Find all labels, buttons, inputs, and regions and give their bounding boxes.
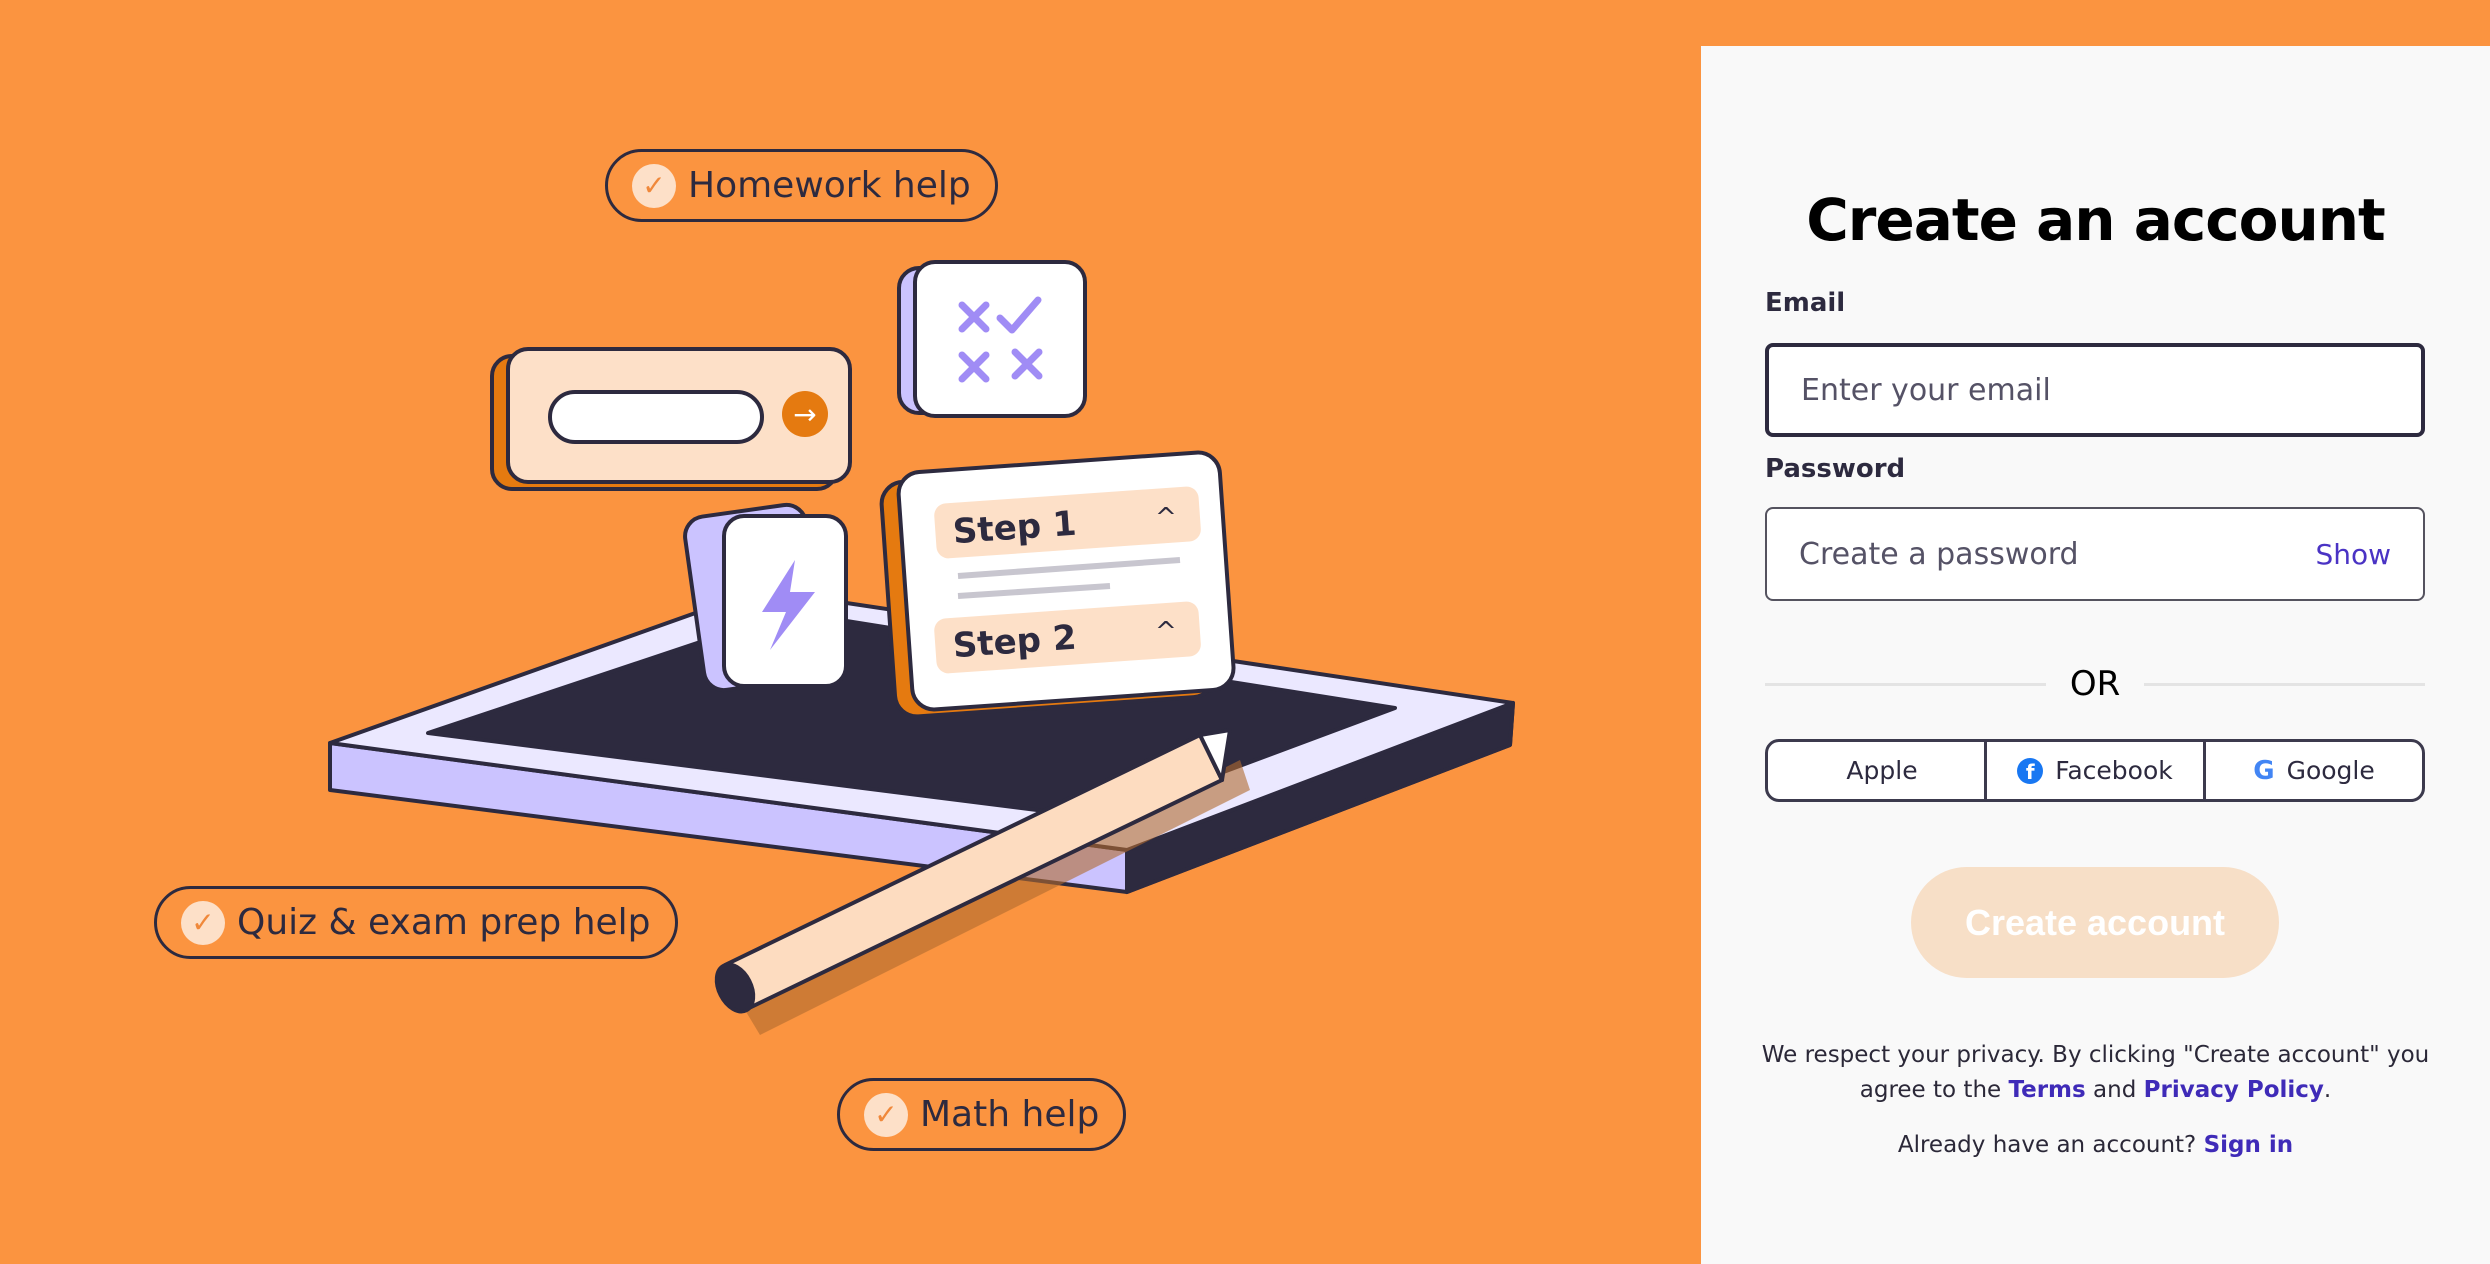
signin-text: Already have an account? bbox=[1897, 1132, 2204, 1158]
create-account-button[interactable]: Create account bbox=[1911, 867, 2279, 978]
password-field[interactable]: Create a password Show bbox=[1765, 507, 2425, 601]
apple-label: Apple bbox=[1846, 756, 1918, 785]
legal-text: and bbox=[2085, 1077, 2144, 1103]
svg-text:→: → bbox=[793, 398, 816, 431]
chevron-up-icon: ^ bbox=[1155, 617, 1177, 647]
quiz-help-pill: ✓ Quiz & exam prep help bbox=[154, 886, 678, 959]
privacy-notice: We respect your privacy. By clicking "Cr… bbox=[1741, 1038, 2450, 1108]
email-placeholder: Enter your email bbox=[1801, 372, 2051, 408]
lightning-card bbox=[683, 502, 848, 693]
password-label: Password bbox=[1765, 454, 1906, 484]
email-field[interactable]: Enter your email bbox=[1765, 343, 2425, 437]
quiz-card bbox=[897, 260, 1087, 418]
facebook-icon: f bbox=[2017, 757, 2044, 784]
password-placeholder: Create a password bbox=[1799, 536, 2079, 572]
pill-label: Homework help bbox=[688, 165, 971, 206]
social-login-group: Apple f Facebook G Google bbox=[1765, 739, 2425, 802]
privacy-policy-link[interactable]: Privacy Policy bbox=[2144, 1077, 2324, 1103]
apple-login-button[interactable]: Apple bbox=[1768, 742, 1987, 799]
or-divider: OR bbox=[1765, 664, 2426, 704]
signin-prompt: Already have an account? Sign in bbox=[1701, 1132, 2490, 1158]
math-help-pill: ✓ Math help bbox=[837, 1078, 1127, 1151]
search-card: → bbox=[490, 347, 852, 491]
signup-panel: Create an account Email Enter your email… bbox=[1701, 46, 2490, 1264]
facebook-label: Facebook bbox=[2055, 756, 2173, 785]
sign-in-link[interactable]: Sign in bbox=[2204, 1132, 2294, 1158]
terms-link[interactable]: Terms bbox=[2008, 1077, 2085, 1103]
google-label: Google bbox=[2286, 756, 2375, 785]
legal-text: . bbox=[2323, 1077, 2332, 1103]
chevron-up-icon: ^ bbox=[1155, 503, 1177, 533]
check-circle-icon: ✓ bbox=[632, 163, 676, 208]
steps-card bbox=[879, 450, 1236, 719]
facebook-login-button[interactable]: f Facebook bbox=[1987, 742, 2206, 799]
google-icon: G bbox=[2253, 755, 2275, 786]
page-title: Create an account bbox=[1806, 186, 2386, 254]
check-circle-icon: ✓ bbox=[864, 1092, 908, 1137]
show-password-button[interactable]: Show bbox=[2315, 538, 2391, 571]
homework-help-pill: ✓ Homework help bbox=[605, 149, 998, 222]
pill-label: Math help bbox=[920, 1094, 1100, 1135]
google-login-button[interactable]: G Google bbox=[2206, 742, 2422, 799]
check-circle-icon: ✓ bbox=[181, 900, 225, 945]
email-label: Email bbox=[1765, 288, 1846, 318]
pill-label: Quiz & exam prep help bbox=[237, 902, 651, 943]
or-label: OR bbox=[2069, 664, 2121, 704]
